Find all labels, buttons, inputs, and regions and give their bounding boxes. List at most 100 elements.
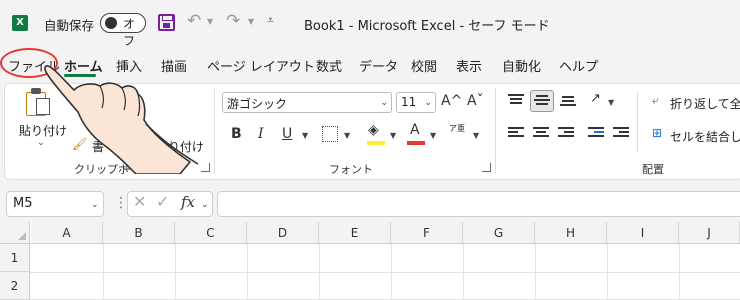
column-header-i[interactable]: I bbox=[607, 222, 679, 244]
gridline bbox=[391, 244, 392, 300]
paste-icon[interactable] bbox=[26, 88, 52, 116]
fill-color-dropdown-icon[interactable]: ▼ bbox=[390, 131, 396, 140]
more-options-icon[interactable]: ⋮ bbox=[114, 195, 128, 211]
group-divider bbox=[214, 88, 215, 174]
underline-button[interactable]: U bbox=[282, 126, 292, 142]
gridline bbox=[463, 244, 464, 300]
merge-cells-icon[interactable]: ⊞ bbox=[652, 126, 662, 140]
borders-dropdown-icon[interactable]: ▼ bbox=[344, 131, 350, 140]
redo-icon[interactable]: ↷ bbox=[226, 11, 240, 31]
orientation-dropdown-icon[interactable]: ▼ bbox=[608, 98, 614, 107]
font-group-label: フォント bbox=[329, 163, 373, 176]
group-divider bbox=[637, 92, 638, 152]
column-header-e[interactable]: E bbox=[319, 222, 391, 244]
decrease-indent-icon[interactable] bbox=[588, 127, 604, 140]
customize-quick-access-icon[interactable]: ⩡ bbox=[267, 13, 274, 28]
align-top-icon[interactable] bbox=[508, 94, 524, 107]
enter-icon[interactable]: ✓ bbox=[156, 192, 169, 211]
column-header-c[interactable]: C bbox=[175, 222, 247, 244]
save-icon[interactable] bbox=[158, 14, 175, 31]
file-tab-highlight-circle bbox=[0, 48, 58, 78]
align-left-icon[interactable] bbox=[508, 127, 524, 140]
tab-help[interactable]: ヘルプ bbox=[559, 56, 598, 75]
gridline bbox=[247, 244, 248, 300]
column-header-h[interactable]: H bbox=[535, 222, 607, 244]
underline-dropdown-icon[interactable]: ▼ bbox=[302, 131, 308, 140]
autosave-state: オフ bbox=[123, 17, 136, 48]
tab-home[interactable]: ホーム bbox=[64, 56, 103, 75]
fill-color-icon[interactable]: ◈ bbox=[368, 122, 379, 138]
column-header-b[interactable]: B bbox=[103, 222, 175, 244]
phonetic-guide-button[interactable]: ア亜 bbox=[449, 124, 465, 133]
title-bar: X 自動保存 オフ ↶ ▼ ↷ ▼ ⩡ Book1 - Microsoft Ex… bbox=[0, 0, 740, 48]
chevron-down-icon[interactable]: ⌄ bbox=[91, 200, 99, 210]
borders-icon[interactable] bbox=[322, 126, 338, 142]
tab-view[interactable]: 表示 bbox=[456, 56, 482, 75]
gridline bbox=[319, 244, 320, 300]
font-color-bar bbox=[407, 141, 425, 145]
undo-icon[interactable]: ↶ bbox=[187, 11, 201, 31]
column-header-d[interactable]: D bbox=[247, 222, 319, 244]
font-launcher-icon[interactable] bbox=[482, 163, 491, 172]
tab-insert[interactable]: 挿入 bbox=[116, 56, 142, 75]
clipboard-group-label-end: ード bbox=[122, 163, 144, 176]
clipboard-launcher-icon[interactable] bbox=[201, 163, 210, 172]
cancel-icon[interactable]: ✕ bbox=[133, 192, 146, 211]
paste-dropdown-icon[interactable]: ⌄ bbox=[37, 138, 45, 148]
toggle-knob-icon bbox=[105, 17, 117, 29]
gridline bbox=[103, 244, 104, 300]
align-center-icon[interactable] bbox=[533, 127, 549, 140]
paste-special-label[interactable]: / 貼り付け bbox=[148, 138, 204, 155]
phonetic-dropdown-icon[interactable]: ▼ bbox=[473, 131, 479, 140]
tab-page-layout[interactable]: ページ レイアウト bbox=[207, 56, 315, 75]
increase-indent-icon[interactable] bbox=[613, 127, 629, 140]
column-header-g[interactable]: G bbox=[463, 222, 535, 244]
insert-function-button[interactable]: fx bbox=[181, 193, 195, 211]
align-right-icon[interactable] bbox=[558, 127, 574, 140]
row-header-1[interactable]: 1 bbox=[0, 244, 30, 272]
column-header-f[interactable]: F bbox=[391, 222, 463, 244]
gridline bbox=[679, 244, 680, 300]
alignment-group-label: 配置 bbox=[642, 163, 664, 176]
clipboard-group-label: クリップボ bbox=[74, 163, 129, 176]
window-title: Book1 - Microsoft Excel - セーフ モード bbox=[304, 19, 550, 34]
chevron-down-icon: ⌄ bbox=[424, 98, 432, 108]
italic-button[interactable]: I bbox=[258, 126, 264, 142]
undo-dropdown-icon[interactable]: ▼ bbox=[207, 17, 213, 26]
align-bottom-icon[interactable] bbox=[560, 96, 576, 109]
autosave-toggle[interactable]: オフ bbox=[100, 13, 146, 48]
paste-button-label[interactable]: 貼り付け bbox=[19, 122, 67, 139]
shrink-font-button[interactable]: Aˇ bbox=[467, 93, 484, 109]
wrap-text-button[interactable]: 折り返して全体 bbox=[670, 95, 740, 112]
format-painter-label[interactable]: 書 bbox=[92, 138, 104, 155]
name-box[interactable]: M5 bbox=[6, 191, 104, 217]
chevron-down-icon[interactable]: ⌄ bbox=[201, 200, 209, 210]
merge-cells-button[interactable]: セルを結合して bbox=[670, 128, 740, 145]
column-header-j[interactable]: J bbox=[679, 222, 740, 244]
formula-input[interactable] bbox=[217, 191, 740, 217]
format-painter-icon[interactable]: 🖌 bbox=[72, 137, 87, 151]
tab-draw[interactable]: 描画 bbox=[161, 56, 187, 75]
active-tab-indicator bbox=[64, 74, 96, 77]
font-color-button[interactable]: A bbox=[410, 122, 420, 138]
gridline bbox=[607, 244, 608, 300]
align-middle-icon bbox=[534, 95, 550, 108]
name-box-value: M5 bbox=[13, 196, 33, 211]
excel-logo-icon: X bbox=[12, 15, 28, 31]
fill-color-bar bbox=[367, 141, 385, 145]
tab-formulas[interactable]: 数式 bbox=[316, 56, 342, 75]
bold-button[interactable]: B bbox=[231, 126, 242, 142]
grow-font-button[interactable]: A^ bbox=[441, 93, 462, 109]
wrap-text-icon[interactable]: ⤶ bbox=[652, 93, 659, 108]
redo-dropdown-icon[interactable]: ▼ bbox=[248, 17, 254, 26]
orientation-icon[interactable]: ↗ bbox=[590, 91, 601, 106]
chevron-down-icon: ⌄ bbox=[380, 98, 388, 108]
font-size-select[interactable]: 11 ⌄ bbox=[396, 92, 436, 113]
tab-review[interactable]: 校閲 bbox=[411, 56, 437, 75]
tab-data[interactable]: データ bbox=[359, 56, 398, 75]
column-header-a[interactable]: A bbox=[31, 222, 103, 244]
tab-automate[interactable]: 自動化 bbox=[502, 56, 541, 75]
row-header-2[interactable]: 2 bbox=[0, 272, 30, 300]
font-color-dropdown-icon[interactable]: ▼ bbox=[430, 131, 436, 140]
font-name-select[interactable]: 游ゴシック ⌄ bbox=[222, 92, 392, 113]
